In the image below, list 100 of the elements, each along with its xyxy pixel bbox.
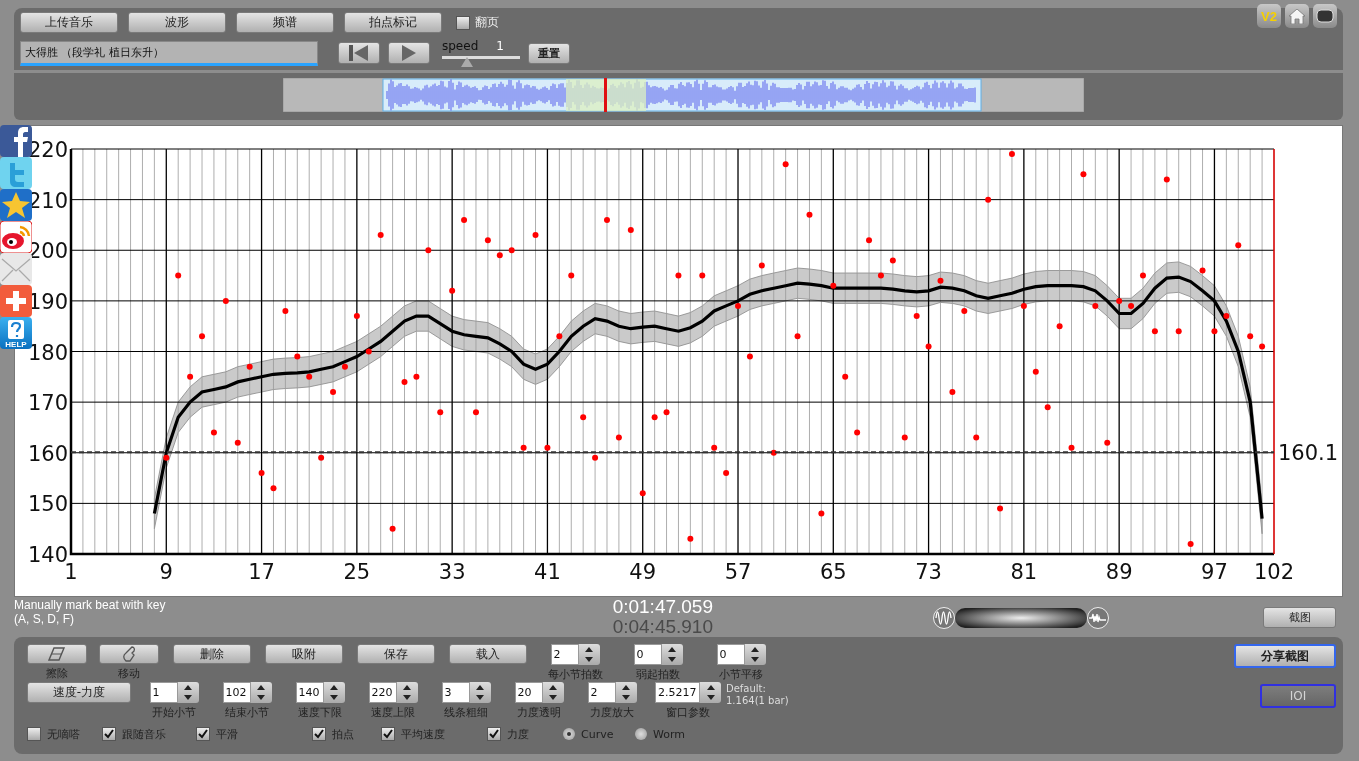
radio-button[interactable] bbox=[563, 728, 575, 740]
number-field[interactable]: 2 bbox=[550, 644, 579, 665]
data-point bbox=[1044, 404, 1051, 411]
number-field[interactable]: 220 bbox=[368, 682, 397, 703]
data-point bbox=[377, 232, 384, 239]
data-point bbox=[580, 414, 587, 421]
number-field[interactable]: 1 bbox=[149, 682, 178, 703]
toolbar-button[interactable]: 拍点标记 bbox=[344, 12, 442, 33]
number-field[interactable]: 2.5217 bbox=[655, 682, 700, 703]
data-point bbox=[1116, 297, 1123, 304]
x-tick-label: 102 bbox=[1253, 560, 1295, 584]
home-button[interactable] bbox=[1285, 4, 1309, 28]
field-label: 结束小节 bbox=[225, 705, 269, 720]
data-point bbox=[651, 414, 658, 421]
field-label: 速度下限 bbox=[298, 705, 342, 720]
data-point bbox=[175, 272, 182, 279]
data-point bbox=[818, 510, 825, 517]
tool-button[interactable]: 保存 bbox=[357, 644, 435, 664]
waveform-icon[interactable] bbox=[933, 607, 955, 629]
data-point bbox=[615, 434, 622, 441]
number-field[interactable]: 140 bbox=[295, 682, 324, 703]
rewind-button[interactable] bbox=[338, 42, 380, 64]
data-point bbox=[1140, 272, 1146, 279]
eye-icon[interactable] bbox=[0, 221, 32, 253]
song-field[interactable]: 大得胜 （段学礼 植日东升） bbox=[20, 40, 318, 66]
data-point bbox=[544, 444, 551, 451]
number-field[interactable]: 3 bbox=[441, 682, 470, 703]
tool-button[interactable]: 载入 bbox=[449, 644, 527, 664]
checkbox-label: 跟随音乐 bbox=[122, 726, 166, 742]
data-point bbox=[401, 378, 408, 385]
data-point bbox=[1056, 323, 1063, 330]
share-screenshot-button[interactable]: 分享截图 bbox=[1234, 644, 1336, 668]
data-point bbox=[639, 490, 646, 497]
checkbox[interactable] bbox=[312, 727, 326, 741]
data-point bbox=[389, 525, 396, 532]
data-point bbox=[973, 434, 980, 441]
data-point bbox=[758, 262, 765, 269]
x-tick-label: 89 bbox=[1105, 560, 1133, 584]
x-tick-label: 57 bbox=[724, 560, 752, 584]
checkbox[interactable] bbox=[102, 727, 116, 741]
move-button[interactable] bbox=[99, 644, 159, 664]
x-tick-label: 1 bbox=[64, 560, 78, 584]
x-tick-label: 17 bbox=[248, 560, 275, 584]
data-point bbox=[806, 211, 813, 218]
down-arrow-icon bbox=[476, 695, 484, 701]
data-point bbox=[508, 247, 515, 254]
mode-button[interactable]: 速度-力度 bbox=[27, 682, 131, 703]
number-field[interactable]: 0 bbox=[716, 644, 745, 665]
checkbox[interactable] bbox=[456, 15, 470, 30]
eraser-icon bbox=[48, 647, 66, 661]
screenshot-button[interactable]: 截图 bbox=[1263, 607, 1336, 628]
data-point bbox=[901, 434, 908, 441]
toolbar-button[interactable]: 上传音乐 bbox=[20, 12, 118, 33]
number-field[interactable]: 20 bbox=[514, 682, 543, 703]
up-arrow-icon bbox=[751, 646, 759, 652]
checkbox-label: 平滑 bbox=[216, 726, 238, 742]
star-icon[interactable] bbox=[0, 189, 32, 221]
radio-button[interactable] bbox=[635, 728, 647, 740]
data-point bbox=[604, 216, 610, 223]
toolbar-button[interactable]: 频谱 bbox=[236, 12, 334, 33]
data-point bbox=[341, 363, 348, 370]
reset-button[interactable]: 重置 bbox=[528, 42, 570, 64]
data-point bbox=[699, 272, 706, 279]
data-point bbox=[949, 389, 956, 395]
checkbox[interactable] bbox=[196, 727, 210, 741]
plus-icon[interactable] bbox=[0, 285, 32, 317]
up-arrow-icon bbox=[330, 684, 338, 690]
spectrum-icon[interactable] bbox=[1087, 607, 1109, 629]
checkbox[interactable] bbox=[27, 727, 41, 741]
help-button[interactable]: HELP bbox=[0, 317, 32, 349]
data-point bbox=[520, 444, 527, 451]
data-point bbox=[449, 287, 456, 294]
x-tick-label: 9 bbox=[159, 560, 173, 584]
number-field[interactable]: 102 bbox=[222, 682, 251, 703]
data-point bbox=[1175, 328, 1182, 335]
fullscreen-button[interactable] bbox=[1313, 4, 1337, 28]
tool-button[interactable]: 吸附 bbox=[265, 644, 343, 664]
checkbox[interactable] bbox=[381, 727, 395, 741]
data-point bbox=[675, 272, 682, 279]
play-button[interactable] bbox=[388, 42, 430, 64]
data-point bbox=[1080, 171, 1087, 178]
toolbar-button[interactable]: 波形 bbox=[128, 12, 226, 33]
data-point bbox=[556, 333, 563, 340]
down-arrow-icon bbox=[751, 657, 759, 663]
eraser-button[interactable] bbox=[27, 644, 87, 664]
check-icon bbox=[383, 729, 393, 739]
checkbox[interactable] bbox=[487, 727, 501, 741]
number-field[interactable]: 0 bbox=[633, 644, 662, 665]
data-point bbox=[365, 348, 372, 355]
y-tick-label: 160 bbox=[27, 441, 68, 466]
tool-button[interactable]: 删除 bbox=[173, 644, 251, 664]
number-field[interactable]: 2 bbox=[587, 682, 616, 703]
up-arrow-icon bbox=[549, 684, 557, 690]
check-icon bbox=[198, 729, 208, 739]
field-label: 弱起拍数 bbox=[636, 667, 680, 682]
y-tick-label: 150 bbox=[27, 492, 68, 517]
field-label: 小节平移 bbox=[719, 667, 763, 682]
data-point bbox=[1247, 333, 1254, 340]
up-arrow-icon bbox=[257, 684, 265, 690]
data-point bbox=[496, 252, 503, 259]
